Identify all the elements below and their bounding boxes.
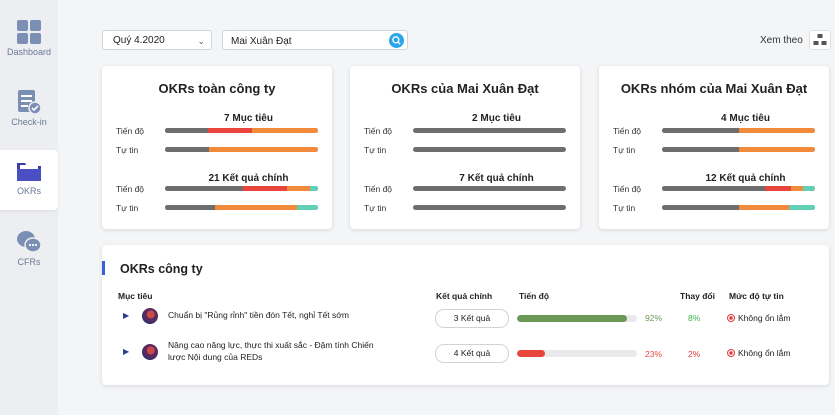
- change-value: 2%: [688, 349, 701, 359]
- confidence-label: Tự tin: [116, 145, 139, 155]
- objectives-count: 7 Mục tiêu: [224, 113, 273, 124]
- progress-label: Tiến độ: [364, 126, 393, 136]
- period-select[interactable]: Quý 4.2020 ⌄: [102, 30, 212, 50]
- change-value: 8%: [688, 313, 701, 323]
- objectives-confidence-bar: [662, 147, 815, 152]
- expand-caret-icon[interactable]: ▶: [123, 311, 129, 320]
- sidebar: Dashboard Check-in OKRs CFRs: [0, 0, 58, 415]
- expand-caret-icon[interactable]: ▶: [123, 347, 129, 356]
- progress-label: Tiến độ: [364, 184, 393, 194]
- progress-fill: [517, 315, 628, 322]
- table-row[interactable]: ▶ Chuẩn bị "Rủng rỉnh" tiền đón Tết, ngh…: [102, 303, 829, 333]
- key-results-confidence-bar: [662, 205, 815, 210]
- confidence-label: Tự tin: [364, 203, 387, 213]
- header-progress: Tiến độ: [519, 291, 550, 301]
- key-results-button[interactable]: 3 Kết quả: [435, 309, 509, 328]
- search-box: [222, 30, 408, 52]
- checkin-icon: [18, 90, 42, 115]
- search-button[interactable]: [389, 33, 404, 48]
- panel-title: OKRs công ty: [120, 262, 203, 276]
- nav-cfrs[interactable]: CFRs: [0, 222, 58, 282]
- nav-dashboard-label: Dashboard: [6, 47, 52, 57]
- confidence-status: Không ổn lắm: [727, 348, 790, 358]
- nav-dashboard[interactable]: Dashboard: [0, 12, 58, 72]
- radio-dot-icon: [727, 349, 735, 357]
- period-select-value: Quý 4.2020: [113, 35, 165, 46]
- confidence-label: Tự tin: [364, 145, 387, 155]
- key-results-count: 21 Kết quả chính: [208, 173, 289, 184]
- progress-bar: [517, 315, 637, 322]
- card-title: OKRs toàn công ty: [158, 81, 276, 96]
- objectives-progress-bar: [413, 128, 566, 133]
- dashboard-icon: [17, 20, 41, 44]
- progress-bar: [517, 350, 637, 357]
- confidence-label: Tự tin: [613, 145, 636, 155]
- objective-text[interactable]: Nâng cao năng lực, thực thi xuất sắc - Đ…: [168, 339, 393, 363]
- hierarchy-icon: [813, 34, 827, 45]
- search-icon: [392, 36, 401, 45]
- main-content: Quý 4.2020 ⌄ Xem theo OKRs toàn công ty …: [80, 0, 835, 415]
- objectives-count: 4 Mục tiêu: [721, 113, 770, 124]
- card-company-okrs[interactable]: OKRs toàn công ty 7 Mục tiêu Tiến độ Tự …: [102, 66, 332, 229]
- progress-percent: 23%: [645, 349, 663, 359]
- progress-percent: 92%: [645, 313, 663, 323]
- key-results-progress-bar: [165, 186, 318, 191]
- table-row[interactable]: ▶ Nâng cao năng lực, thực thi xuất sắc -…: [102, 337, 829, 367]
- confidence-label: Tự tin: [116, 203, 139, 213]
- key-results-confidence-bar: [413, 205, 566, 210]
- progress-label: Tiến độ: [613, 126, 642, 136]
- key-results-button[interactable]: 4 Kết quả: [435, 344, 509, 363]
- confidence-status: Không ổn lắm: [727, 313, 790, 323]
- header-objective: Mục tiêu: [118, 291, 153, 301]
- company-okrs-panel: OKRs công ty Mục tiêu Kết quả chính Tiến…: [102, 245, 829, 385]
- key-results-count: 12 Kết quả chính: [705, 173, 786, 184]
- search-input[interactable]: [223, 31, 383, 52]
- objectives-confidence-bar: [413, 147, 566, 152]
- chat-icon: [17, 231, 42, 253]
- nav-check-in-label: Check-in: [11, 117, 47, 127]
- objectives-count: 2 Mục tiêu: [472, 113, 521, 124]
- progress-label: Tiến độ: [116, 184, 145, 194]
- objective-text[interactable]: Chuẩn bị "Rủng rỉnh" tiền đón Tết, nghỉ …: [168, 309, 393, 321]
- nav-check-in[interactable]: Check-in: [0, 82, 58, 142]
- key-results-progress-bar: [662, 186, 815, 191]
- chevron-down-icon: ⌄: [197, 36, 205, 46]
- title-accent: [102, 261, 105, 275]
- progress-label: Tiến độ: [613, 184, 642, 194]
- nav-cfrs-label: CFRs: [17, 257, 41, 267]
- card-title: OKRs của Mai Xuân Đạt: [391, 81, 539, 96]
- folder-icon: [17, 163, 41, 181]
- key-results-count: 7 Kết quả chính: [459, 173, 534, 184]
- progress-fill: [517, 350, 545, 357]
- avatar: [142, 344, 158, 360]
- objectives-progress-bar: [662, 128, 815, 133]
- card-my-okrs[interactable]: OKRs của Mai Xuân Đạt 2 Mục tiêu Tiến độ…: [350, 66, 580, 229]
- nav-okrs-label: OKRs: [16, 186, 41, 196]
- view-by-label: Xem theo: [760, 35, 803, 46]
- objectives-progress-bar: [165, 128, 318, 133]
- radio-dot-icon: [727, 314, 735, 322]
- progress-label: Tiến độ: [116, 126, 145, 136]
- card-team-okrs[interactable]: OKRs nhóm của Mai Xuân Đạt 4 Mục tiêu Ti…: [599, 66, 829, 229]
- confidence-text: Không ổn lắm: [738, 348, 791, 358]
- confidence-label: Tự tin: [613, 203, 636, 213]
- objectives-confidence-bar: [165, 147, 318, 152]
- header-key-results: Kết quả chính: [436, 291, 493, 301]
- key-results-progress-bar: [413, 186, 566, 191]
- avatar: [142, 308, 158, 324]
- card-title: OKRs nhóm của Mai Xuân Đạt: [620, 81, 808, 96]
- header-change: Thay đổi: [680, 291, 715, 301]
- key-results-confidence-bar: [165, 205, 318, 210]
- confidence-text: Không ổn lắm: [738, 313, 791, 323]
- nav-okrs[interactable]: OKRs: [0, 150, 58, 210]
- header-confidence: Mức độ tự tin: [729, 291, 784, 301]
- view-by-button[interactable]: [809, 30, 831, 50]
